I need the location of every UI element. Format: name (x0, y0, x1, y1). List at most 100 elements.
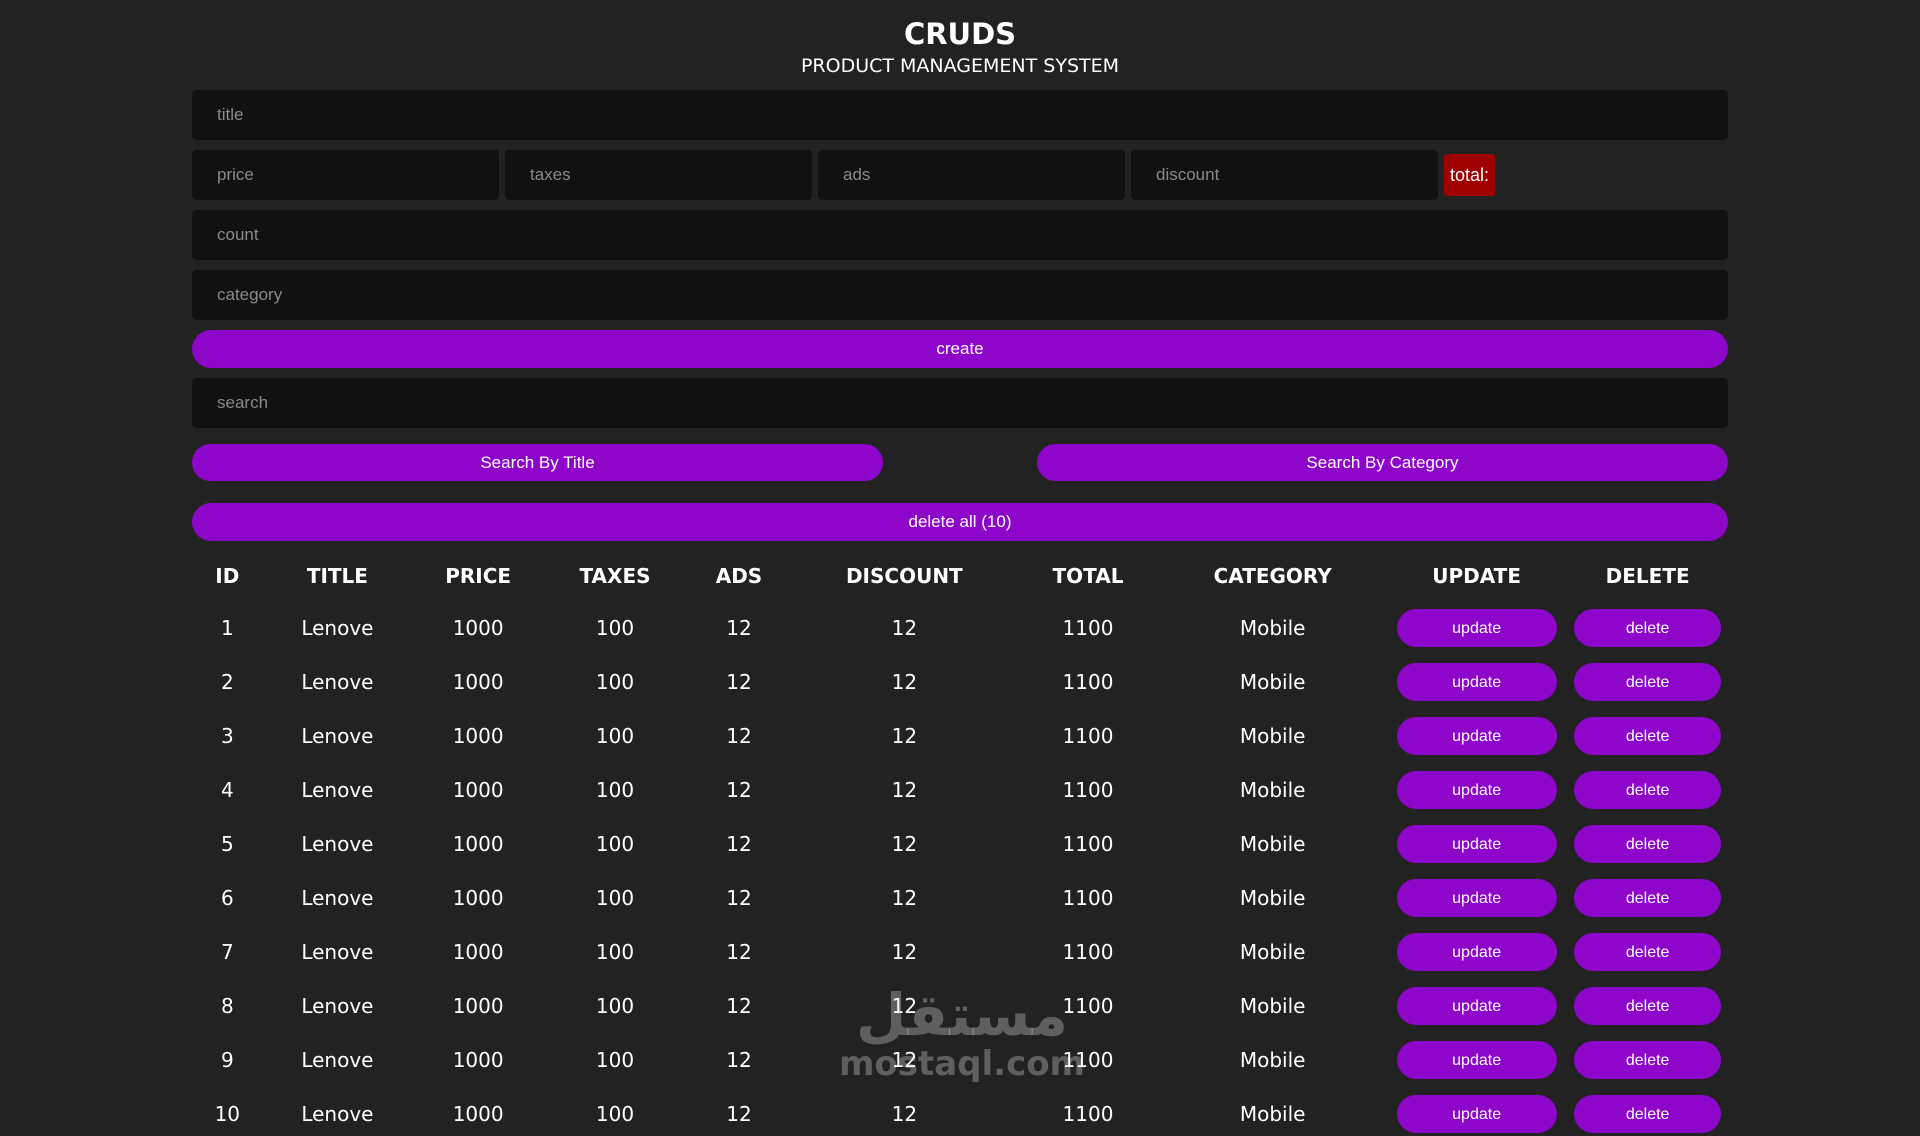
cell-update: update (1386, 709, 1567, 763)
header-ads: ADS (715, 564, 763, 588)
price-input[interactable] (192, 150, 499, 200)
search-by-category-button[interactable]: Search By Category (1037, 444, 1728, 481)
cell-id: 4 (220, 778, 234, 802)
cell-title: Lenove (301, 886, 374, 910)
cell-discount: 12 (891, 670, 918, 694)
update-button[interactable]: update (1396, 1095, 1557, 1133)
cell-id: 1 (220, 616, 234, 640)
category-input[interactable] (192, 270, 1728, 320)
cell-total: 1100 (1062, 670, 1114, 694)
delete-button[interactable]: delete (1574, 609, 1722, 647)
update-button[interactable]: update (1396, 1041, 1557, 1079)
cell-taxes: 100 (595, 724, 635, 748)
delete-all-button[interactable]: delete all (10) (192, 503, 1728, 541)
page-subtitle: PRODUCT MANAGEMENT SYSTEM (800, 55, 1120, 77)
create-button[interactable]: create (192, 330, 1728, 368)
update-button[interactable]: update (1396, 717, 1557, 755)
cell-title: Lenove (301, 778, 374, 802)
header-taxes: TAXES (579, 564, 651, 588)
cell-total: 1100 (1062, 940, 1114, 964)
cell-taxes: 100 (595, 994, 635, 1018)
cell-total: 1100 (1062, 886, 1114, 910)
delete-button[interactable]: delete (1574, 879, 1722, 917)
cell-discount: 12 (891, 616, 918, 640)
cell-discount: 12 (891, 1048, 918, 1072)
header-total: TOTAL (1052, 564, 1124, 588)
cell-id: 3 (220, 724, 234, 748)
header-discount: DISCOUNT (845, 564, 963, 588)
delete-button[interactable]: delete (1574, 1041, 1722, 1079)
cell-category: Mobile (1239, 940, 1306, 964)
cell-id: 9 (220, 1048, 234, 1072)
delete-button[interactable]: delete (1574, 771, 1722, 809)
cell-discount: 12 (891, 886, 918, 910)
cell-discount: 12 (891, 940, 918, 964)
delete-button[interactable]: delete (1574, 933, 1722, 971)
cell-category: Mobile (1239, 886, 1306, 910)
cell-price: 1000 (452, 724, 504, 748)
cell-price: 1000 (452, 616, 504, 640)
search-by-title-button[interactable]: Search By Title (192, 444, 883, 481)
cell-update: update (1386, 817, 1567, 871)
cell-total: 1100 (1062, 724, 1114, 748)
update-button[interactable]: update (1396, 933, 1557, 971)
cell-update: update (1386, 1033, 1567, 1087)
cell-total: 1100 (1062, 994, 1114, 1018)
cell-discount: 12 (891, 1102, 918, 1126)
cell-delete: delete (1567, 925, 1728, 979)
cell-discount: 12 (891, 832, 918, 856)
cell-category: Mobile (1239, 724, 1306, 748)
cell-id: 2 (220, 670, 234, 694)
cell-ads: 12 (726, 1048, 752, 1072)
table-row: 7 Lenove 1000 100 12 12 1100 Mobile update delete (192, 925, 1728, 979)
cell-title: Lenove (301, 670, 374, 694)
table-row: 9 Lenove 1000 100 12 12 1100 Mobile update delete (192, 1033, 1728, 1087)
table-row: 6 Lenove 1000 100 12 12 1100 Mobile update delete (192, 871, 1728, 925)
table-row: 10 Lenove 1000 100 12 12 1100 Mobile update delet… (192, 1087, 1728, 1136)
crud-app: CRUDS PRODUCT MANAGEMENT SYSTEM total: c… (192, 0, 1728, 1136)
update-button[interactable]: update (1396, 987, 1557, 1025)
cell-id: 7 (220, 940, 234, 964)
cell-taxes: 100 (595, 832, 635, 856)
delete-button[interactable]: delete (1574, 987, 1722, 1025)
search-input[interactable] (192, 378, 1728, 428)
cell-discount: 12 (891, 994, 918, 1018)
cell-title: Lenove (301, 994, 374, 1018)
cell-price: 1000 (452, 994, 504, 1018)
table-row: 3 Lenove 1000 100 12 12 1100 Mobile update delete (192, 709, 1728, 763)
cell-category: Mobile (1239, 778, 1306, 802)
cell-ads: 12 (726, 778, 752, 802)
update-button[interactable]: update (1396, 825, 1557, 863)
page-title: CRUDS (903, 17, 1017, 51)
products-table: ID TITLE PRICE TAXES ADS DISCOUNT TOTAL … (192, 551, 1728, 1136)
delete-button[interactable]: delete (1574, 717, 1722, 755)
delete-button[interactable]: delete (1574, 1095, 1722, 1133)
table-row: 1 Lenove 1000 100 12 12 1100 Mobile update delete (192, 601, 1728, 655)
header-update: UPDATE (1432, 564, 1521, 588)
cell-title: Lenove (301, 1102, 374, 1126)
title-input[interactable] (192, 90, 1728, 140)
cell-id: 6 (220, 886, 234, 910)
delete-button[interactable]: delete (1574, 663, 1722, 701)
cell-delete: delete (1567, 979, 1728, 1033)
cell-category: Mobile (1239, 670, 1306, 694)
cell-ads: 12 (726, 940, 752, 964)
cell-price: 1000 (452, 1048, 504, 1072)
count-input[interactable] (192, 210, 1728, 260)
cell-ads: 12 (726, 1102, 752, 1126)
taxes-input[interactable] (505, 150, 812, 200)
update-button[interactable]: update (1396, 663, 1557, 701)
update-button[interactable]: update (1396, 609, 1557, 647)
update-button[interactable]: update (1396, 879, 1557, 917)
cell-discount: 12 (891, 724, 918, 748)
cell-title: Lenove (301, 724, 374, 748)
cell-price: 1000 (452, 670, 504, 694)
cell-price: 1000 (452, 832, 504, 856)
discount-input[interactable] (1131, 150, 1438, 200)
cell-delete: delete (1567, 817, 1728, 871)
ads-input[interactable] (818, 150, 1125, 200)
delete-button[interactable]: delete (1574, 825, 1722, 863)
update-button[interactable]: update (1396, 771, 1557, 809)
cell-update: update (1386, 1087, 1567, 1136)
header-title: TITLE (306, 564, 368, 588)
